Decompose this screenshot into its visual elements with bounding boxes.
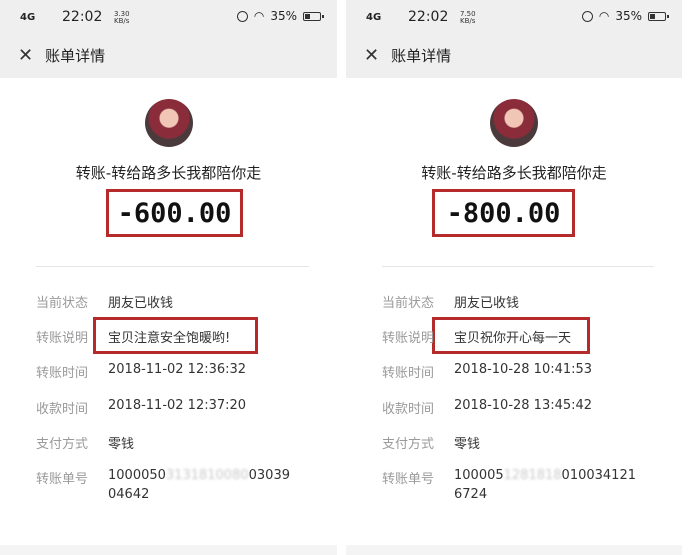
- transfer-name: 转账-转给路多长我都陪你走: [75, 164, 262, 182]
- bottom-strip: [0, 545, 337, 555]
- wifi-icon: ◠: [598, 9, 610, 23]
- bottom-strip: [346, 545, 682, 555]
- page-title: 账单详情: [45, 46, 106, 65]
- status-bar: 4G 22:02 7.50 KB/s ◠ 35%: [366, 9, 669, 29]
- detail-value: 1000050313181008003039 04642: [108, 468, 290, 502]
- status-time: 22:02: [408, 9, 449, 25]
- divider: [382, 266, 654, 267]
- detail-label: 转账时间: [36, 366, 89, 381]
- detail-value: 宝贝祝你开心每一天: [454, 331, 572, 346]
- page-title: 账单详情: [391, 46, 452, 65]
- detail-label: 当前状态: [382, 296, 435, 311]
- transfer-name: 转账-转给路多长我都陪你走: [421, 164, 607, 182]
- detail-row-order-no: 转账单号 1000051281818010034121 6724: [382, 468, 672, 512]
- detail-value: 宝贝注意安全饱暖哟!: [108, 331, 231, 346]
- avatar[interactable]: [144, 99, 193, 147]
- amount: -600.00: [106, 189, 243, 237]
- nav-bar: ✕ 账单详情: [18, 44, 105, 66]
- bill-detail-panel-2: 4G 22:02 7.50 KB/s ◠ 35% ✕ 账单详情 转账-转给路多长我…: [346, 0, 682, 555]
- detail-label: 转账说明: [382, 331, 435, 346]
- divider: [36, 266, 309, 267]
- top-bar: 4G 22:02 7.50 KB/s ◠ 35% ✕ 账单详情: [346, 0, 682, 78]
- battery-percent: 35%: [615, 9, 642, 23]
- detail-value: 1000051281818010034121 6724: [454, 468, 636, 502]
- detail-label: 转账说明: [36, 331, 89, 346]
- signal-icon: 4G: [20, 12, 36, 23]
- battery-icon: [303, 11, 324, 21]
- bill-detail-panel-1: 4G 22:02 3.30 KB/s ◠ 35% ✕ 账单详情 转账-转给路多长我…: [0, 0, 337, 555]
- detail-value: 2018-10-28 10:41:53: [454, 362, 593, 377]
- detail-value: 零钱: [454, 437, 481, 452]
- detail-row-order-no: 转账单号 1000050313181008003039 04642: [36, 468, 327, 512]
- amount: -800.00: [432, 189, 575, 237]
- battery-icon: [648, 11, 669, 21]
- detail-label: 当前状态: [36, 296, 89, 311]
- close-icon[interactable]: ✕: [364, 45, 379, 66]
- detail-label: 收款时间: [382, 402, 435, 417]
- alarm-icon: [236, 10, 248, 22]
- detail-label: 支付方式: [382, 437, 435, 452]
- avatar[interactable]: [490, 99, 538, 147]
- network-speed: 7.50 KB/s: [460, 10, 476, 25]
- detail-label: 支付方式: [36, 437, 89, 452]
- network-speed: 3.30 KB/s: [114, 10, 130, 25]
- top-bar: 4G 22:02 3.30 KB/s ◠ 35% ✕ 账单详情: [0, 0, 337, 78]
- signal-icon: 4G: [366, 12, 382, 23]
- detail-value: 朋友已收钱: [108, 296, 174, 311]
- detail-value: 2018-11-02 12:37:20: [108, 398, 247, 413]
- detail-label: 转账单号: [382, 472, 435, 487]
- nav-bar: ✕ 账单详情: [364, 44, 451, 66]
- alarm-icon: [581, 10, 593, 22]
- detail-label: 收款时间: [36, 402, 89, 417]
- detail-value: 2018-10-28 13:45:42: [454, 398, 593, 413]
- detail-value: 朋友已收钱: [454, 296, 520, 311]
- detail-label: 转账时间: [382, 366, 435, 381]
- detail-label: 转账单号: [36, 472, 89, 487]
- detail-value: 零钱: [108, 437, 135, 452]
- status-time: 22:02: [62, 9, 103, 25]
- close-icon[interactable]: ✕: [18, 45, 33, 66]
- detail-value: 2018-11-02 12:36:32: [108, 362, 247, 377]
- wifi-icon: ◠: [253, 9, 265, 23]
- status-bar: 4G 22:02 3.30 KB/s ◠ 35%: [20, 9, 324, 29]
- battery-percent: 35%: [270, 9, 297, 23]
